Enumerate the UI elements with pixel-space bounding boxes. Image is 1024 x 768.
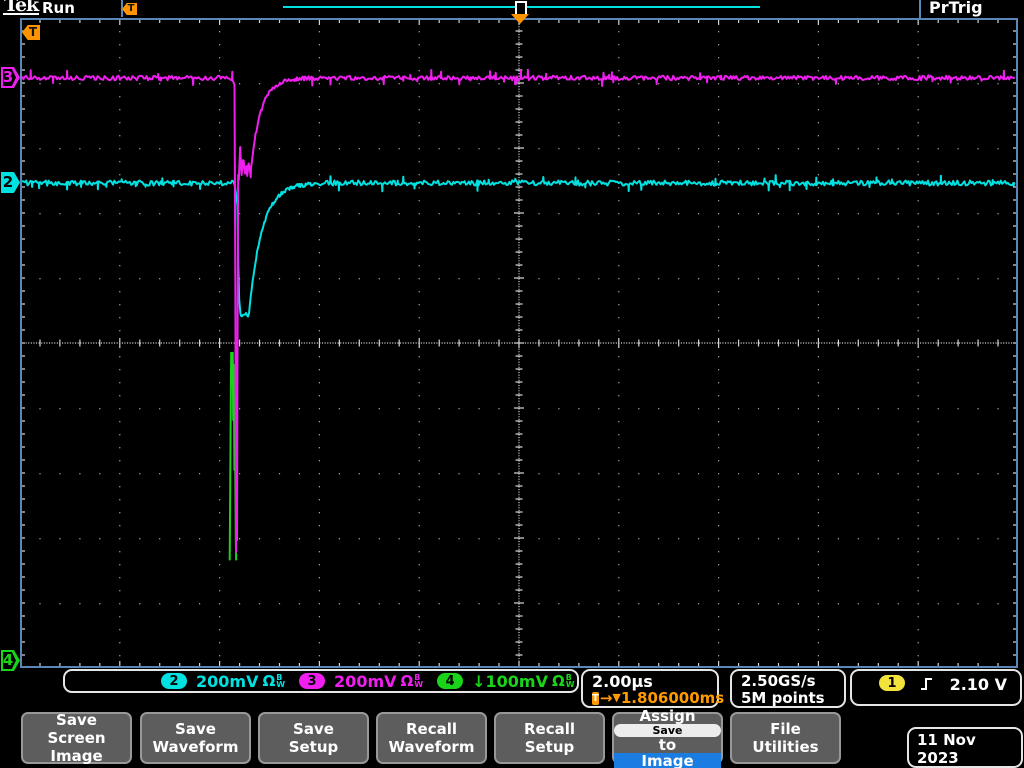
trigger-source-badge[interactable]: 1 bbox=[879, 675, 905, 691]
delay-arrow-icon: → bbox=[599, 689, 613, 707]
ch4-badge[interactable]: 4 bbox=[437, 673, 464, 689]
recall-setup-button[interactable]: Recall Setup bbox=[494, 712, 605, 764]
record-window-bracket-icon[interactable] bbox=[515, 1, 527, 15]
channel-2-marker[interactable]: 2 bbox=[1, 172, 20, 193]
trigger-t-icon: T bbox=[592, 691, 599, 705]
horizontal-delay-value: 1.806000ms bbox=[620, 689, 725, 707]
assign-target: Image bbox=[614, 752, 721, 768]
ch3-scale: 200mV bbox=[334, 671, 397, 691]
assign-line1: Assign bbox=[639, 706, 696, 725]
graticule-and-traces bbox=[20, 18, 1018, 668]
tek-logo: Tek bbox=[3, 0, 39, 16]
acquisition-readout[interactable]: 2.50GS/s 5M points bbox=[730, 669, 846, 708]
channel-3-marker-label: 3 bbox=[2, 68, 14, 86]
save-waveform-button[interactable]: Save Waveform bbox=[140, 712, 251, 764]
save-screen-image-button[interactable]: Save Screen Image bbox=[21, 711, 132, 765]
channel-4-marker-label: 4 bbox=[2, 651, 14, 669]
channel-4-marker[interactable]: 4 bbox=[1, 650, 20, 671]
acquisition-status: Run bbox=[42, 0, 75, 17]
delay-marker-icon: ▼ bbox=[612, 691, 621, 704]
record-length: 5M points bbox=[741, 689, 825, 707]
assign-to-label: to bbox=[658, 735, 677, 754]
file-utilities-button[interactable]: File Utilities bbox=[730, 712, 841, 764]
save-setup-button[interactable]: Save Setup bbox=[258, 712, 369, 764]
trigger-status: PrTrig bbox=[929, 0, 983, 17]
trigger-level-value: 2.10 V bbox=[949, 675, 1007, 694]
ch3-impedance: ΩBW bbox=[400, 672, 424, 690]
ch2-badge[interactable]: 2 bbox=[161, 673, 187, 689]
ch4-scale: ↓100mV bbox=[472, 671, 548, 691]
sample-rate: 2.50GS/s bbox=[741, 672, 816, 690]
waveform-display[interactable] bbox=[0, 0, 1024, 768]
oscilloscope-screen: { "header": { "logo": "Tek", "acq_status… bbox=[0, 0, 1024, 768]
channel-3-marker[interactable]: 3 bbox=[1, 67, 20, 88]
horizontal-delay-row: T → ▼ 1.806000ms bbox=[592, 689, 724, 707]
ch2-scale: 200mV bbox=[196, 671, 259, 691]
clock-date: 11 Nov 2023 bbox=[917, 731, 976, 767]
ch3-badge[interactable]: 3 bbox=[299, 673, 326, 689]
recall-waveform-button[interactable]: Recall Waveform bbox=[376, 712, 487, 764]
ch2-impedance: ΩBW bbox=[262, 672, 286, 690]
save-hardkey-pill: Save bbox=[614, 723, 721, 737]
channel-2-marker-label: 2 bbox=[2, 173, 14, 191]
trigger-slope-icon bbox=[921, 678, 932, 690]
assign-save-to-image-button[interactable]: Assign Save to Image bbox=[612, 708, 723, 768]
expansion-point-marker-icon[interactable] bbox=[511, 14, 529, 24]
clock: 11 Nov 2023 18:12:22 bbox=[907, 727, 1023, 768]
horizontal-readout[interactable]: 2.00µs T → ▼ 1.806000ms bbox=[581, 669, 724, 708]
horizontal-scale: 2.00µs bbox=[592, 672, 653, 691]
pretrig-divider bbox=[919, 0, 921, 18]
ch4-impedance: ΩBW bbox=[551, 672, 575, 690]
channel-readouts-bar[interactable]: 2 200mV ΩBW 3 200mV ΩBW 4 ↓100mV ΩBW bbox=[63, 669, 579, 693]
trigger-readout[interactable]: 1 2.10 V bbox=[850, 669, 1022, 706]
